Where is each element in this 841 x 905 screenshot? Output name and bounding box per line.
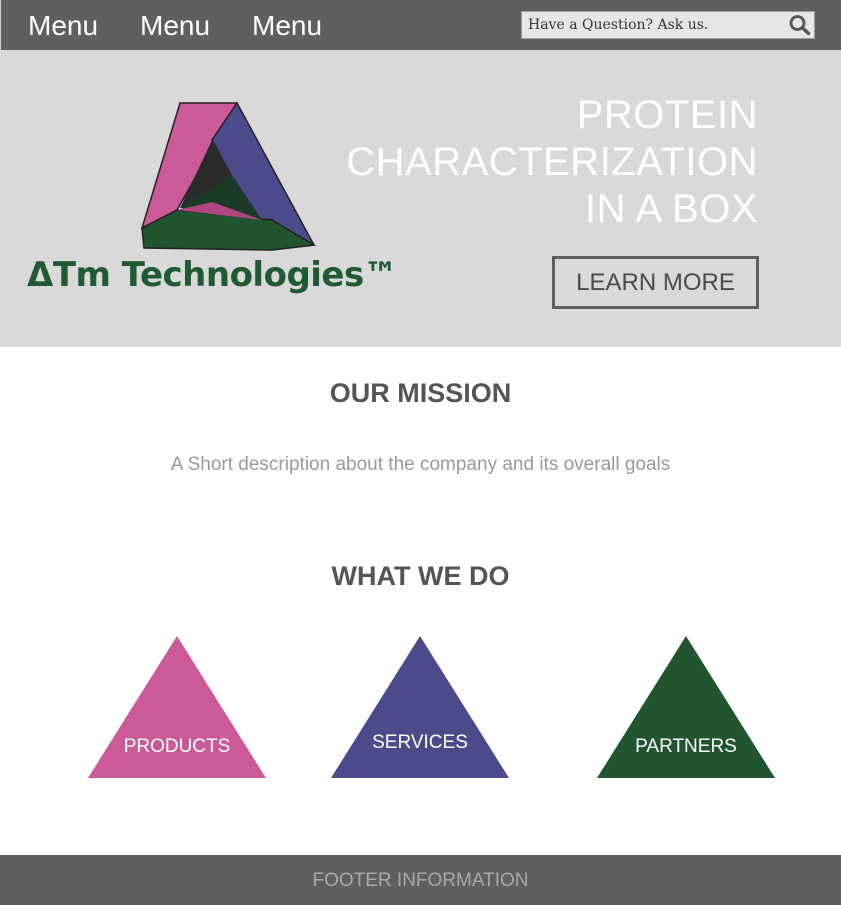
hero-banner: ΔTm Technologies™ PROTEIN CHARACTERIZATI… [0,50,841,347]
partners-tile[interactable]: PARTNERS [597,636,775,778]
footer-text: FOOTER INFORMATION [312,870,529,891]
learn-more-button[interactable]: LEARN MORE [552,256,759,309]
footer: FOOTER INFORMATION [0,855,841,905]
products-tile[interactable]: PRODUCTS [88,636,266,778]
search-input[interactable] [522,12,784,38]
mission-description: A Short description about the company an… [170,454,671,475]
nav-menu-1[interactable]: Menu [28,8,98,44]
nav-menu-3[interactable]: Menu [252,8,322,44]
search-icon [789,15,811,36]
company-logo[interactable]: ΔTm Technologies™ [27,100,398,300]
products-label: PRODUCTS [123,736,231,757]
what-we-do-title: WHAT WE DO [331,561,510,591]
services-tile[interactable]: SERVICES [331,636,509,778]
search-box [521,11,815,39]
penrose-triangle-icon [140,101,317,251]
nav-menu-2[interactable]: Menu [140,8,210,44]
partners-label: PARTNERS [635,736,737,757]
logo-text: ΔTm Technologies™ [27,255,398,295]
search-button[interactable] [788,14,812,36]
services-label: SERVICES [372,732,468,753]
hero-title-line-2: CHARACTERIZATION [346,140,758,184]
top-nav: Menu Menu Menu [0,0,841,50]
mission-title: OUR MISSION [329,378,512,408]
hero-title-line-3: IN A BOX [585,187,758,231]
hero-title-line-1: PROTEIN [576,93,758,137]
hero-title: PROTEIN CHARACTERIZATION IN A BOX [346,92,758,233]
services-triangle-icon [331,636,509,778]
